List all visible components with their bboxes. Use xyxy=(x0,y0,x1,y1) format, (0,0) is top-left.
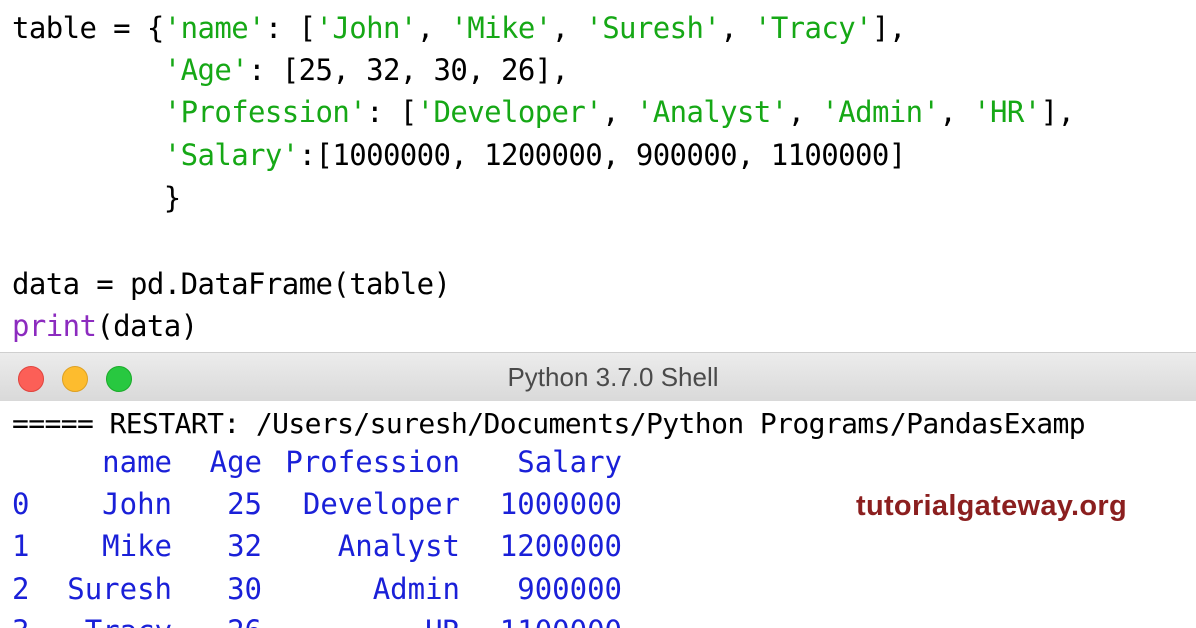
row-index: 2 xyxy=(12,572,30,606)
column-header-name: name xyxy=(102,445,172,479)
cell-salary: 1200000 xyxy=(499,529,622,563)
code-line: table = {'name': ['John', 'Mike', 'Sures… xyxy=(12,11,906,45)
window-title: Python 3.7.0 Shell xyxy=(507,362,719,392)
row-index: 0 xyxy=(12,487,30,521)
site-watermark: tutorialgateway.org xyxy=(856,490,1128,522)
cell-profession: Admin xyxy=(372,572,460,606)
cell-salary: 1100000 xyxy=(500,614,622,628)
cell-name: John xyxy=(102,487,172,521)
cell-name: Mike xyxy=(102,529,172,563)
code-line: } xyxy=(12,181,181,215)
cell-profession: Developer xyxy=(302,487,460,521)
cell-age: 30 xyxy=(227,572,262,606)
code-line: 'Profession': ['Developer', 'Analyst', '… xyxy=(163,95,1075,129)
dataframe-row: 1 Mike 32 Analyst 1200000 xyxy=(0,529,1196,571)
column-header-profession: Profession xyxy=(285,445,460,479)
code-line: 'Salary':[1000000, 1200000, 900000, 1100… xyxy=(163,138,906,172)
shell-output[interactable]: ===== RESTART: /Users/suresh/Documents/P… xyxy=(0,401,1196,628)
dataframe-header-row: name Age Profession Salary xyxy=(0,445,1196,487)
cell-name: Suresh xyxy=(67,572,172,606)
cell-profession: Analyst xyxy=(337,529,460,563)
code-editor[interactable]: table = {'name': ['John', 'Mike', 'Sures… xyxy=(0,0,1196,348)
code-line: data = pd.DataFrame(table) xyxy=(12,267,451,301)
cell-age: 26 xyxy=(227,614,262,628)
cell-profession: HR xyxy=(425,614,460,628)
restart-line: ===== RESTART: /Users/suresh/Documents/P… xyxy=(12,407,1086,440)
cell-name: Tracy xyxy=(85,614,172,628)
cell-salary: 900000 xyxy=(517,572,622,606)
shell-title-bar[interactable]: Python 3.7.0 Shell xyxy=(0,352,1196,402)
column-header-age: Age xyxy=(209,445,262,479)
dataframe-row: 3 Tracy 26 HR 1100000 xyxy=(0,614,1196,628)
cell-salary: 1000000 xyxy=(499,487,622,521)
code-line: print(data) xyxy=(12,309,198,343)
code-line: 'Age': [25, 32, 30, 26], xyxy=(163,53,569,87)
cell-age: 25 xyxy=(227,487,262,521)
row-index: 1 xyxy=(12,529,30,563)
dataframe-row: 2 Suresh 30 Admin 900000 xyxy=(0,572,1196,614)
cell-age: 32 xyxy=(227,529,262,563)
row-index: 3 xyxy=(12,614,29,628)
column-header-salary: Salary xyxy=(517,445,622,479)
